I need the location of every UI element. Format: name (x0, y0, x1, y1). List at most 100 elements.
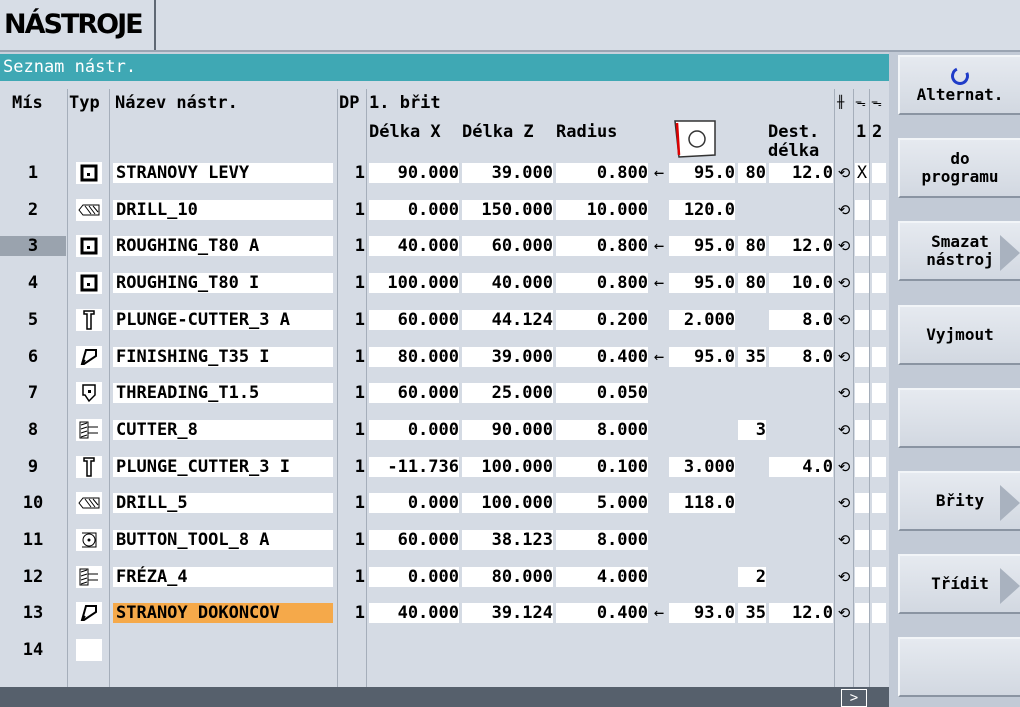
radius-value[interactable]: 0.800 (556, 163, 648, 183)
coolant-1-value[interactable] (855, 309, 869, 330)
length-z-value[interactable]: 40.000 (462, 273, 553, 294)
table-row[interactable]: 7 THREADING_T1.5 1 60.000 25.000 0.050 ⟲ (0, 375, 889, 412)
tool-name[interactable]: THREADING_T1.5 (113, 383, 333, 404)
tool-name[interactable]: BUTTON_TOOL_8 A (113, 530, 333, 550)
coolant-2-value[interactable] (872, 199, 886, 220)
tool-type[interactable] (76, 529, 102, 551)
radius-value[interactable]: 0.400 (556, 603, 648, 624)
table-row[interactable]: 8 CUTTER_8 1 0.000 90.000 8.000 3 ⟲ (0, 412, 889, 449)
coolant-2-value[interactable] (872, 456, 886, 477)
holder-angle-value[interactable] (669, 420, 735, 440)
length-z-value[interactable]: 100.000 (462, 456, 553, 477)
coolant-1-value[interactable] (855, 346, 869, 367)
radius-value[interactable]: 5.000 (556, 493, 648, 514)
coolant-1-value[interactable] (855, 236, 869, 257)
radius-value[interactable]: 4.000 (556, 566, 648, 587)
table-row[interactable]: 10 DRILL_5 1 0.000 100.000 5.000 118.0 ⟲ (0, 485, 889, 522)
dest-length-value[interactable]: 12.0 (769, 603, 833, 624)
tool-type[interactable] (76, 602, 102, 625)
softkey-1[interactable]: Alternat. (898, 55, 1020, 115)
radius-value[interactable]: 0.100 (556, 456, 648, 477)
chevron-right-icon[interactable]: > (841, 689, 867, 707)
radius-value[interactable] (556, 640, 648, 660)
table-row[interactable]: 3 ROUGHING_T80 A 1 40.000 60.000 0.800 ← 95.0 80… (0, 228, 889, 265)
table-row[interactable]: 9 PLUNGE_CUTTER_3 I 1 -11.736 100.000 0.100 3.… (0, 449, 889, 486)
insert-angle-value[interactable] (738, 310, 766, 330)
holder-angle-value[interactable]: 93.0 (669, 603, 735, 624)
holder-angle-value[interactable]: 95.0 (669, 163, 735, 183)
coolant-2-value[interactable] (872, 309, 886, 330)
radius-value[interactable]: 8.000 (556, 419, 648, 440)
holder-angle-value[interactable]: 120.0 (669, 199, 735, 220)
tool-type[interactable] (76, 235, 102, 258)
coolant-2-value[interactable] (872, 566, 886, 587)
coolant-2-value[interactable] (872, 236, 886, 257)
insert-angle-value[interactable]: 80 (738, 236, 766, 257)
insert-angle-value[interactable]: 3 (738, 419, 766, 440)
length-x-value[interactable]: 0.000 (369, 566, 459, 587)
radius-value[interactable]: 10.000 (556, 199, 648, 220)
coolant-1-value[interactable] (855, 383, 869, 404)
dest-length-value[interactable] (769, 640, 833, 660)
coolant-2-value[interactable] (872, 273, 886, 294)
insert-angle-value[interactable]: 80 (738, 273, 766, 294)
holder-angle-value[interactable]: 95.0 (669, 346, 735, 367)
coolant-2-value[interactable] (872, 493, 886, 514)
coolant-1-value[interactable] (855, 199, 869, 220)
insert-angle-value[interactable] (738, 200, 766, 220)
radius-value[interactable]: 0.800 (556, 273, 648, 294)
tool-name[interactable]: STRANOY DOKONCOV (113, 603, 333, 624)
dest-length-value[interactable] (769, 200, 833, 220)
insert-angle-value[interactable]: 80 (738, 163, 766, 183)
insert-angle-value[interactable] (738, 493, 766, 513)
dest-length-value[interactable]: 12.0 (769, 163, 833, 183)
insert-angle-value[interactable]: 35 (738, 603, 766, 624)
length-z-value[interactable]: 150.000 (462, 199, 553, 220)
softkey-3[interactable]: Smazat nástroj (898, 221, 1020, 282)
coolant-1-value[interactable] (855, 456, 869, 477)
tool-name[interactable]: ROUGHING_T80 A (113, 236, 333, 257)
length-z-value[interactable]: 39.000 (462, 346, 553, 367)
coolant-1-value[interactable] (855, 493, 869, 514)
insert-angle-value[interactable] (738, 383, 766, 403)
length-x-value[interactable]: 40.000 (369, 603, 459, 624)
holder-angle-value[interactable] (669, 530, 735, 550)
dest-length-value[interactable] (769, 567, 833, 587)
dest-length-value[interactable] (769, 530, 833, 550)
tool-name[interactable]: PLUNGE-CUTTER_3 A (113, 309, 333, 330)
length-x-value[interactable]: 0.000 (369, 199, 459, 220)
tool-type[interactable] (76, 418, 102, 441)
holder-angle-value[interactable]: 95.0 (669, 236, 735, 257)
table-row[interactable]: 2 DRILL_10 1 0.000 150.000 10.000 120.0 ⟲ (0, 192, 889, 229)
coolant-2-value[interactable] (872, 163, 886, 183)
insert-angle-value[interactable]: 35 (738, 346, 766, 367)
length-x-value[interactable]: 100.000 (369, 273, 459, 294)
radius-value[interactable]: 0.400 (556, 346, 648, 367)
tool-type[interactable] (76, 308, 102, 331)
tool-type[interactable] (76, 565, 102, 588)
length-z-value[interactable]: 39.124 (462, 603, 553, 624)
length-x-value[interactable]: 60.000 (369, 309, 459, 330)
tool-name[interactable]: FINISHING_T35 I (113, 346, 333, 367)
softkey-8[interactable] (898, 637, 1020, 698)
tool-type[interactable] (76, 272, 102, 295)
dest-length-value[interactable] (769, 420, 833, 440)
tool-name[interactable]: FRÉZA_4 (113, 566, 333, 587)
tool-name[interactable]: ROUGHING_T80 I (113, 273, 333, 294)
length-x-value[interactable]: 0.000 (369, 493, 459, 514)
coolant-2-value[interactable] (872, 419, 886, 440)
table-row[interactable]: 4 ROUGHING_T80 I 1 100.000 40.000 0.800 ← 95.0 8… (0, 265, 889, 302)
length-z-value[interactable]: 38.123 (462, 530, 553, 550)
insert-angle-value[interactable] (738, 457, 766, 477)
coolant-2-value[interactable] (872, 640, 886, 660)
length-z-value[interactable]: 44.124 (462, 309, 553, 330)
coolant-1-value[interactable] (855, 603, 869, 624)
length-x-value[interactable]: 60.000 (369, 383, 459, 404)
table-row[interactable]: 6 FINISHING_T35 I 1 80.000 39.000 0.400 ← 95.0 3… (0, 339, 889, 376)
radius-value[interactable]: 0.050 (556, 383, 648, 404)
length-x-value[interactable]: 0.000 (369, 419, 459, 440)
radius-value[interactable]: 0.800 (556, 236, 648, 257)
holder-angle-value[interactable]: 95.0 (669, 273, 735, 294)
tool-name[interactable]: PLUNGE_CUTTER_3 I (113, 456, 333, 477)
tool-name[interactable]: CUTTER_8 (113, 419, 333, 440)
